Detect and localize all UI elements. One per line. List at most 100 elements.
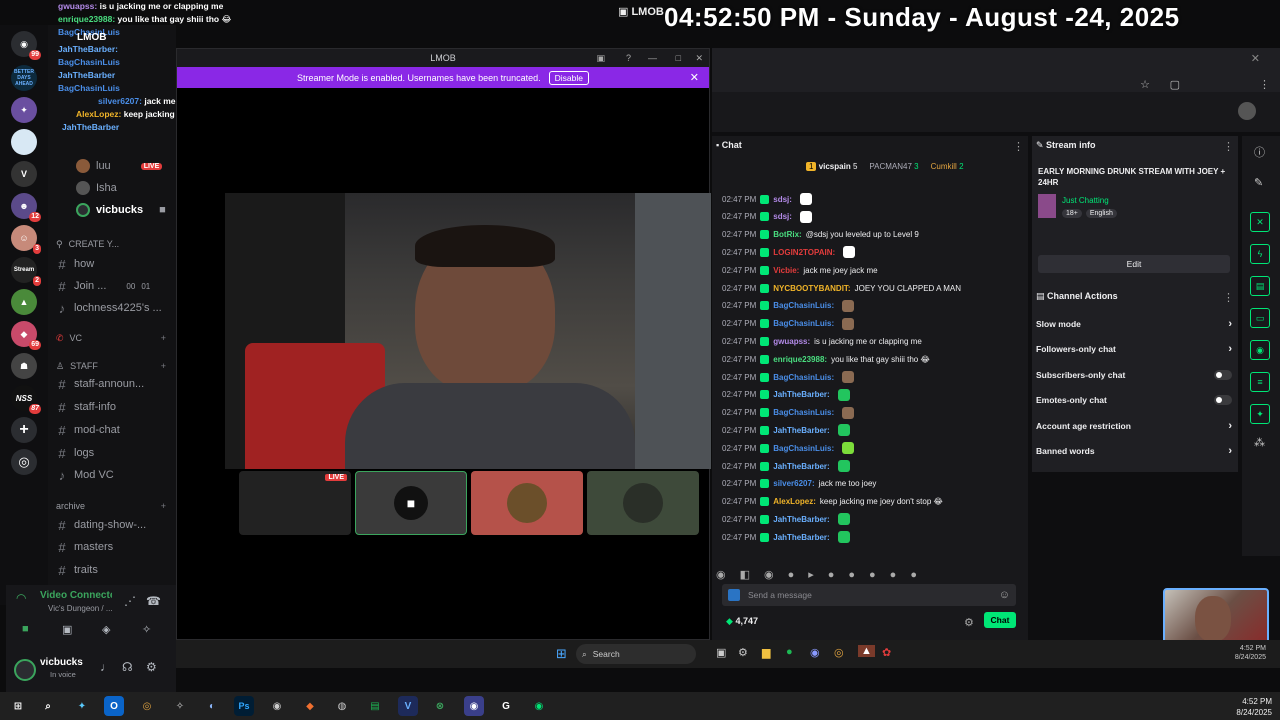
star-icon[interactable]: ☆ (1140, 78, 1150, 91)
chat-message[interactable]: 02:47 PM LOGIN2TOPAIN: (722, 244, 1022, 260)
noise-suppression-icon[interactable]: ⋰ (124, 594, 136, 608)
app-icon[interactable]: G (496, 696, 516, 716)
chat-message[interactable]: 02:47 PM JahTheBarber: (722, 511, 1022, 527)
channel-join[interactable]: # Join ... 00 01 (56, 277, 174, 295)
voice-location[interactable]: Vic's Dungeon / ... (48, 604, 113, 613)
message-user[interactable]: JahTheBarber: (773, 462, 829, 471)
server-nss[interactable]: NSS 87 (11, 385, 41, 414)
more-icon[interactable]: ⋮ (1223, 291, 1234, 304)
extension-icon[interactable]: ▢ (1170, 78, 1180, 91)
message-user[interactable]: Vicbie: (773, 266, 799, 275)
chat-message[interactable]: 02:47 PM BagChasinLuis: (722, 440, 1022, 456)
channel-lochness[interactable]: ♪ lochness4225's ... (56, 299, 174, 317)
add-server-icon[interactable]: + (11, 417, 37, 443)
message-user[interactable]: JahTheBarber: (773, 533, 829, 542)
lightning-tool-icon[interactable]: ϟ (1250, 244, 1270, 264)
message-user[interactable]: JahTheBarber: (773, 515, 829, 524)
more-icon[interactable]: ⋮ (1223, 140, 1234, 153)
channel-points[interactable]: ◆ 4,747 (726, 616, 758, 627)
voice-user-luu[interactable]: luu LIVE (76, 157, 176, 175)
app-icon[interactable]: ▲ (858, 645, 875, 657)
broadcast-tool-icon[interactable]: ◉ (1250, 340, 1270, 360)
channel-traits[interactable]: # traits (56, 561, 174, 579)
voice-user-vicbucks[interactable]: vicbucks ■ (76, 201, 176, 219)
toggle-switch[interactable] (1214, 369, 1232, 380)
taskbar-search[interactable]: ⌕ Search (576, 644, 696, 664)
headset-icon[interactable]: ☊ (122, 660, 133, 674)
chat-message[interactable]: 02:47 PM BagChasinLuis: (722, 369, 1022, 385)
message-user[interactable]: JahTheBarber: (773, 426, 829, 435)
settings-gear-icon[interactable]: ⚙ (146, 660, 157, 674)
more-icon[interactable]: ⋮ (1013, 140, 1024, 153)
channel-action-item[interactable]: Emotes-only chat (1036, 390, 1232, 410)
chrome-icon[interactable]: ◎ (137, 696, 157, 716)
channel-action-item[interactable]: Subscribers-only chat (1036, 365, 1232, 385)
disable-button[interactable]: Disable (548, 70, 589, 85)
edit-button[interactable]: Edit (1038, 255, 1230, 273)
search-icon[interactable]: ⌕ (38, 696, 58, 716)
stream-category[interactable]: Just Chatting (1062, 196, 1109, 205)
steam-icon[interactable]: ◐ (202, 696, 222, 716)
chat-message[interactable]: 02:47 PM gwuapss: is u jacking me or clapp… (722, 333, 1022, 349)
message-user[interactable]: enrique23988: (773, 355, 827, 364)
message-user[interactable]: BotRix: (773, 230, 801, 239)
server-icon[interactable]: ✦ (11, 97, 37, 123)
chat-message[interactable]: 02:47 PM NYCBOOTYBANDIT: JOEY YOU CLAPPED … (722, 280, 1022, 296)
chat-message[interactable]: 02:47 PM AlexLopez: keep jacking me joey d… (722, 494, 1022, 510)
tag[interactable]: 18+ (1062, 209, 1082, 218)
message-user[interactable]: JahTheBarber: (773, 390, 829, 399)
category-create[interactable]: ⚲ CREATE Y... (56, 235, 174, 253)
app-icon[interactable]: ✧ (170, 696, 190, 716)
channel-mod-vc[interactable]: ♪ Mod VC (56, 466, 174, 484)
message-user[interactable]: sdsj: (773, 195, 792, 204)
server-header[interactable]: LMOB (77, 31, 106, 44)
chat-message[interactable]: 02:47 PM JahTheBarber: (722, 458, 1022, 474)
app-icon[interactable]: V (398, 696, 418, 716)
photoshop-icon[interactable]: Ps (234, 696, 254, 716)
chat-message[interactable]: 02:47 PM BagChasinLuis: (722, 405, 1022, 421)
taskbar-app-icon[interactable]: ▣ (716, 646, 726, 659)
discover-icon[interactable]: ◎ (11, 449, 37, 475)
add-icon[interactable]: + (161, 333, 166, 343)
emote-bar[interactable]: ◉◧◉●▸●●●●● (716, 568, 1016, 581)
server-stream[interactable]: Stream 2 (11, 257, 41, 286)
app-icon[interactable]: ◆ (300, 696, 320, 716)
windows-start-icon[interactable]: ⊞ (556, 646, 567, 662)
channel-masters[interactable]: # masters (56, 538, 174, 556)
channel-mod-chat[interactable]: # mod-chat (56, 421, 174, 439)
profile-avatar[interactable] (1238, 102, 1256, 120)
voice-user-isha[interactable]: Isha (76, 179, 176, 197)
app-icon[interactable]: ▤ (365, 696, 385, 716)
tag[interactable]: English (1085, 209, 1117, 218)
chat-message[interactable]: 02:47 PM BagChasinLuis: (722, 316, 1022, 332)
participant-tile-camera[interactable]: ■ (355, 471, 467, 535)
channel-action-item[interactable]: Banned words › (1036, 441, 1232, 461)
soundboard-icon[interactable]: ✧ (142, 623, 151, 636)
server-icon[interactable]: ▲ (11, 289, 37, 315)
app-icon[interactable]: ✿ (882, 646, 891, 659)
popout-icon[interactable]: ▣ (596, 53, 605, 64)
message-user[interactable]: BagChasinLuis: (773, 408, 834, 417)
close-icon[interactable]: ✕ (1251, 52, 1260, 65)
chat-input[interactable]: Send a message ☺ (722, 584, 1016, 606)
chat-message[interactable]: 02:47 PM silver6207: jack me too joey (722, 476, 1022, 492)
message-user[interactable]: LOGIN2TOPAIN: (773, 248, 835, 257)
disconnect-icon[interactable]: ☎ (146, 594, 161, 608)
channel-staff-info[interactable]: # staff-info (56, 398, 174, 416)
message-user[interactable]: BagChasinLuis: (773, 444, 834, 453)
copilot-icon[interactable]: ✦ (72, 696, 92, 716)
chat-message[interactable]: 02:47 PM BagChasinLuis: (722, 298, 1022, 314)
message-user[interactable]: silver6207: (773, 479, 814, 488)
xbox-icon[interactable]: ⊗ (430, 696, 450, 716)
close-icon[interactable]: ✕ (695, 53, 703, 64)
message-user[interactable]: BagChasinLuis: (773, 373, 834, 382)
list-tool-icon[interactable]: ≡ (1250, 372, 1270, 392)
server-icon[interactable]: ☻ 12 (11, 193, 41, 222)
banner-close-icon[interactable]: ✕ (690, 71, 699, 84)
help-icon[interactable]: ? (626, 53, 631, 63)
add-icon[interactable]: + (161, 501, 166, 511)
screen-share-icon[interactable]: ▣ (62, 623, 72, 636)
participant-tile-stream[interactable]: LIVE (239, 471, 351, 535)
toggle-switch[interactable] (1214, 395, 1232, 406)
chat-message[interactable]: 02:47 PM enrique23988: you like that gay s… (722, 351, 1022, 367)
